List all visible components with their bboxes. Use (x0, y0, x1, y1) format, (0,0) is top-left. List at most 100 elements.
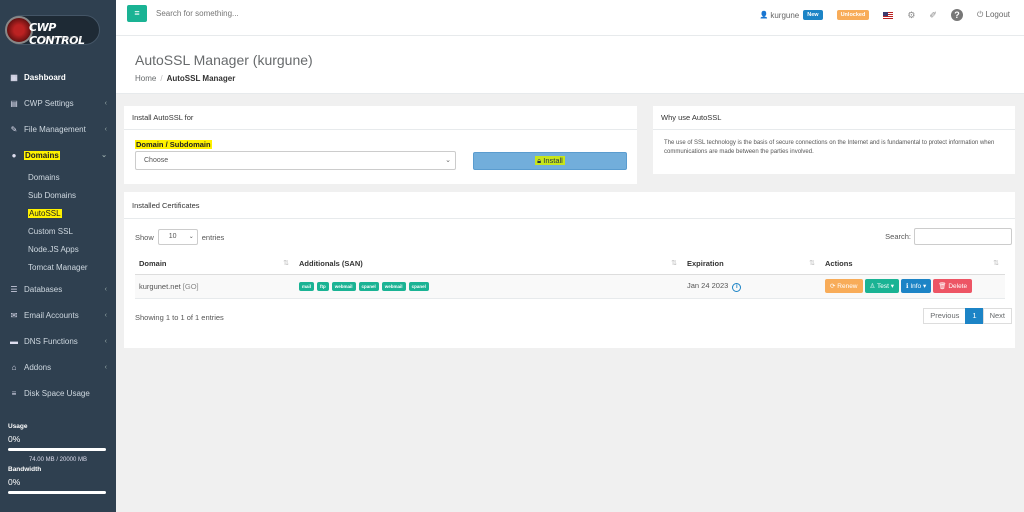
show-label: Show (135, 232, 154, 242)
san-tag: mail (299, 282, 315, 291)
sidebar: CWP CONTROL WEB PANEL ▦ Dashboard ▤ CWP … (0, 0, 116, 512)
top-navbar: ≡ 👤 kurgune New Unlocked ⚙ ✐ ? ⏻ Logout (116, 0, 1024, 36)
submenu-item-sub-domains[interactable]: Sub Domains (0, 186, 116, 204)
sidebar-item-label: Domains (24, 150, 60, 160)
search-label: Search: (885, 232, 911, 241)
table-search: Search: (885, 228, 1012, 245)
sidebar-item-domains[interactable]: ● Domains ⌄ (0, 142, 116, 168)
sidebar-item-addons[interactable]: ⌂ Addons ‹ (0, 354, 116, 380)
renew-button[interactable]: ⟳ Renew (825, 279, 863, 293)
sidebar-item-dashboard[interactable]: ▦ Dashboard (0, 64, 116, 90)
column-header-domain[interactable]: Domain ⇅ (135, 254, 295, 275)
panel-title: Install AutoSSL for (124, 106, 637, 130)
chevron-down-icon: ⌄ (445, 157, 451, 164)
sidebar-item-databases[interactable]: ☰ Databases ‹ (0, 276, 116, 302)
chevron-left-icon: ‹ (104, 311, 107, 319)
sidebar-item-label: Dashboard (24, 72, 66, 82)
cell-domain: kurgunet.net [GO] (135, 274, 295, 299)
help-icon[interactable]: ? (950, 9, 963, 21)
submenu-item-tomcat-manager[interactable]: Tomcat Manager (0, 258, 116, 276)
pagination: Previous 1 Next (923, 308, 1012, 324)
sidebar-item-disk-space-usage[interactable]: ≡ Disk Space Usage (0, 380, 116, 406)
sidebar-nav-lower: ☰ Databases ‹ ✉ Email Accounts ‹ ▬ DNS F… (0, 276, 116, 406)
logout-link[interactable]: ⏻ Logout (977, 10, 1010, 20)
menu-toggle-button[interactable]: ≡ (127, 5, 147, 22)
submenu-item-nodejs-apps[interactable]: Node.JS Apps (0, 240, 116, 258)
cogs-icon[interactable]: ⚙ (907, 10, 915, 21)
breadcrumb-home[interactable]: Home (135, 74, 156, 83)
go-link[interactable]: [GO] (183, 282, 199, 291)
san-tag: cpanel (358, 282, 379, 291)
sort-icon: ⇅ (993, 260, 999, 268)
sort-asc-icon: ⇅ (283, 260, 289, 268)
test-button[interactable]: ♙ Test ▾ (864, 279, 900, 293)
submenu-label: Tomcat Manager (28, 262, 88, 272)
sidebar-item-cwp-settings[interactable]: ▤ CWP Settings ‹ (0, 90, 116, 116)
san-tag: webmail (331, 282, 356, 291)
logout-label: Logout (985, 10, 1010, 19)
us-flag-icon[interactable] (883, 11, 894, 19)
info-circle-icon[interactable]: i (732, 282, 742, 292)
san-tag: ftp (317, 282, 329, 291)
chart-icon: ▤ (10, 98, 18, 108)
caret-down-icon: ▾ (890, 283, 895, 290)
dashboard-icon: ▦ (10, 72, 18, 82)
pagination-page-1[interactable]: 1 (965, 308, 984, 324)
power-icon: ⏻ (976, 10, 984, 19)
logo-text: CWP CONTROL (29, 21, 85, 47)
cell-san: mail ftp webmail cpanel webmail cpanel (295, 274, 683, 299)
submenu-label: Domains (28, 172, 60, 182)
entries-value: 10 (168, 233, 177, 240)
username[interactable]: kurgune (770, 11, 799, 20)
logo[interactable]: CWP CONTROL WEB PANEL (0, 0, 116, 60)
submenu-item-domains[interactable]: Domains (0, 168, 116, 186)
pagination-previous[interactable]: Previous (923, 308, 967, 324)
usage-bar (8, 448, 106, 451)
installed-certificates-panel: Installed Certificates Show 10 ⌄ entries… (124, 192, 1015, 348)
pagination-next[interactable]: Next (982, 308, 1012, 324)
submenu-item-custom-ssl[interactable]: Custom SSL (0, 222, 116, 240)
search-input[interactable] (156, 9, 356, 18)
chevron-left-icon: ‹ (104, 337, 107, 345)
sidebar-item-email-accounts[interactable]: ✉ Email Accounts ‹ (0, 302, 116, 328)
usage-label: Usage (8, 423, 28, 430)
bandwidth-label: Bandwidth (8, 466, 42, 473)
delete-button[interactable]: 🗑︎ Delete (933, 279, 973, 293)
san-tag: webmail (381, 282, 406, 291)
column-header-actions[interactable]: Actions ⇅ (821, 254, 1005, 275)
sidebar-item-label: CWP Settings (24, 98, 74, 108)
panel-title: Why use AutoSSL (653, 106, 1015, 130)
domain-select[interactable]: Choose ⌄ (135, 151, 456, 170)
column-header-expiration[interactable]: Expiration ⇅ (683, 254, 821, 275)
entries-select[interactable]: 10 ⌄ (157, 229, 198, 245)
column-header-san[interactable]: Additionals (SAN) ⇅ (295, 254, 683, 275)
expiration-date: Jan 24 2023 (687, 280, 729, 290)
table-search-input[interactable] (914, 228, 1012, 245)
submenu-item-autossl[interactable]: AutoSSL (0, 204, 116, 222)
info-icon: ℹ (906, 283, 909, 290)
lock-icon: 🔒︎ (537, 156, 542, 165)
page-title: AutoSSL Manager (kurgune) (135, 52, 313, 68)
unlocked-badge[interactable]: Unlocked (836, 10, 870, 20)
dns-icon: ▬ (10, 336, 18, 346)
envelope-icon: ✉ (10, 310, 18, 320)
sidebar-item-file-management[interactable]: ✎ File Management ‹ (0, 116, 116, 142)
sidebar-item-dns-functions[interactable]: ▬ DNS Functions ‹ (0, 328, 116, 354)
install-button[interactable]: 🔒︎ Install (473, 152, 627, 170)
submenu-label: AutoSSL (28, 208, 62, 218)
new-badge[interactable]: New (803, 10, 823, 20)
info-button[interactable]: ℹ Info ▾ (901, 279, 932, 293)
brush-icon[interactable]: ✐ (929, 10, 937, 21)
cell-expiration: Jan 24 2023 i (683, 274, 821, 299)
table-header-row: Domain ⇅ Additionals (SAN) ⇅ Expiration ⇅ A… (135, 254, 1005, 275)
sort-icon: ⇅ (809, 260, 815, 268)
edit-icon: ✎ (10, 124, 18, 134)
user-icon: ♙ (869, 283, 876, 290)
table-length-control: Show 10 ⌄ entries (135, 229, 224, 245)
usage-percent: 0% (8, 434, 21, 444)
table-info: Showing 1 to 1 of 1 entries (135, 313, 224, 322)
submenu-label: Sub Domains (28, 190, 77, 200)
bandwidth-bar (8, 491, 106, 494)
page-heading: AutoSSL Manager (kurgune) Home / AutoSSL M… (116, 36, 1024, 94)
table-row: kurgunet.net [GO] mail ftp webmail cpanel we… (135, 274, 1005, 299)
